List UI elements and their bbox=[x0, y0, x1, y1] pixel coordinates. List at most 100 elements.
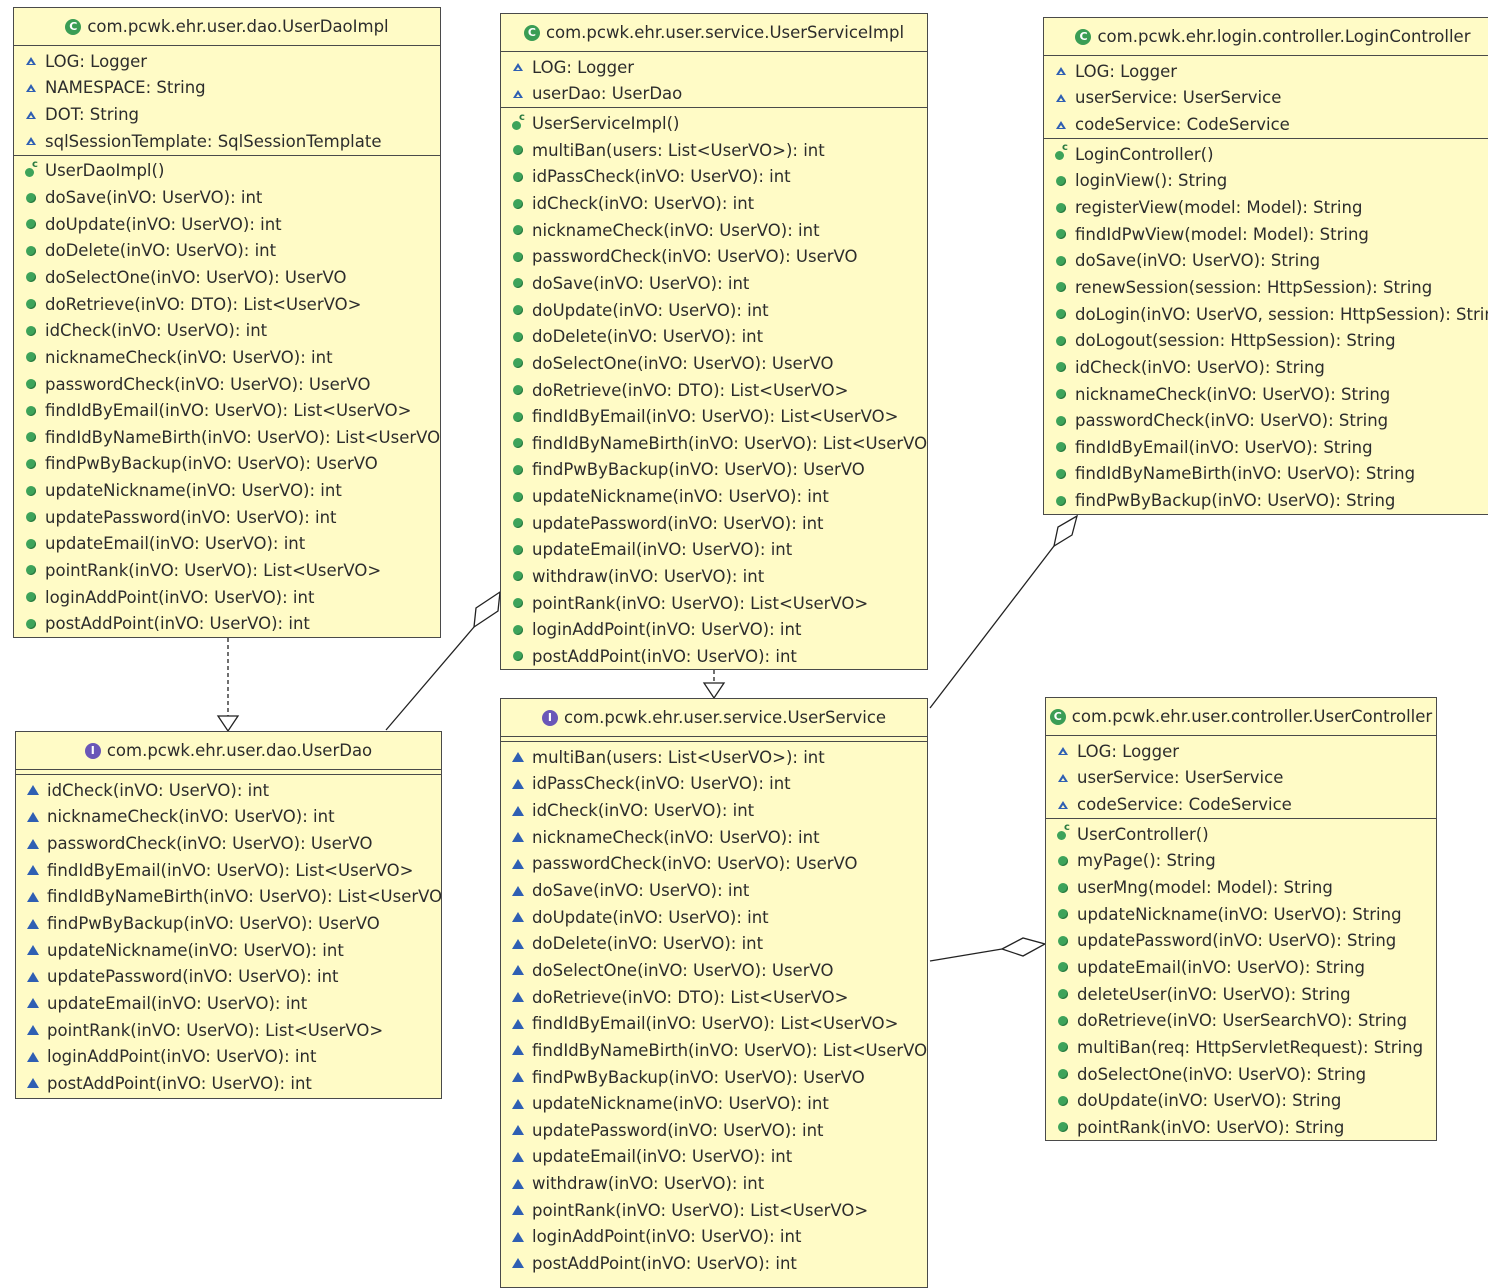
operation-row[interactable]: idCheck(inVO: UserVO): int bbox=[501, 797, 927, 824]
operation-row[interactable]: updatePassword(inVO: UserVO): int bbox=[501, 510, 927, 537]
operation-row[interactable]: findPwByBackup(inVO: UserVO): UserVO bbox=[16, 910, 441, 937]
attribute-row[interactable]: LOG: Logger bbox=[501, 54, 927, 81]
operation-row[interactable]: deleteUser(inVO: UserVO): String bbox=[1046, 981, 1436, 1008]
interface-userservice[interactable]: Icom.pcwk.ehr.user.service.UserService mu… bbox=[500, 698, 928, 1288]
operation-row[interactable]: doRetrieve(inVO: DTO): List<UserVO> bbox=[501, 984, 927, 1011]
operation-row[interactable]: doSelectOne(inVO: UserVO): UserVO bbox=[501, 350, 927, 377]
operation-row[interactable]: findIdByNameBirth(inVO: UserVO): List<Us… bbox=[501, 430, 927, 457]
operation-row[interactable]: pointRank(inVO: UserVO): List<UserVO> bbox=[501, 590, 927, 617]
operation-row[interactable]: doSelectOne(inVO: UserVO): String bbox=[1046, 1061, 1436, 1088]
operation-row[interactable]: doUpdate(inVO: UserVO): int bbox=[501, 297, 927, 324]
operation-row[interactable]: pointRank(inVO: UserVO): List<UserVO> bbox=[14, 557, 440, 584]
class-userserviceimpl[interactable]: Ccom.pcwk.ehr.user.service.UserServiceIm… bbox=[500, 13, 928, 670]
operation-row[interactable]: updatePassword(inVO: UserVO): int bbox=[16, 963, 441, 990]
operation-row[interactable]: updateNickname(inVO: UserVO): int bbox=[501, 1090, 927, 1117]
operation-row[interactable]: withdraw(inVO: UserVO): int bbox=[501, 563, 927, 590]
operation-row[interactable]: findIdByNameBirth(inVO: UserVO): List<Us… bbox=[14, 424, 440, 451]
operation-row[interactable]: registerView(model: Model): String bbox=[1044, 194, 1488, 221]
operation-row[interactable]: multiBan(users: List<UserVO>): int bbox=[501, 137, 927, 164]
interface-userdao[interactable]: Icom.pcwk.ehr.user.dao.UserDao idCheck(in… bbox=[15, 731, 442, 1099]
operation-row[interactable]: passwordCheck(inVO: UserVO): UserVO bbox=[501, 243, 927, 270]
attribute-row[interactable]: DOT: String bbox=[14, 101, 440, 128]
operation-row[interactable]: doRetrieve(inVO: UserSearchVO): String bbox=[1046, 1007, 1436, 1034]
operation-row[interactable]: UserServiceImpl() bbox=[501, 110, 927, 137]
operation-row[interactable]: findIdByNameBirth(inVO: UserVO): List<Us… bbox=[16, 884, 441, 911]
operation-row[interactable]: idCheck(inVO: UserVO): int bbox=[16, 777, 441, 804]
operation-row[interactable]: passwordCheck(inVO: UserVO): UserVO bbox=[16, 830, 441, 857]
operation-row[interactable]: findPwByBackup(inVO: UserVO): UserVO bbox=[14, 451, 440, 478]
operation-row[interactable]: updateEmail(inVO: UserVO): int bbox=[501, 537, 927, 564]
operation-row[interactable]: idCheck(inVO: UserVO): int bbox=[501, 190, 927, 217]
operation-row[interactable]: nicknameCheck(inVO: UserVO): int bbox=[16, 804, 441, 831]
operation-row[interactable]: idPassCheck(inVO: UserVO): int bbox=[501, 771, 927, 798]
operation-row[interactable]: passwordCheck(inVO: UserVO): UserVO bbox=[501, 851, 927, 878]
operation-row[interactable]: LoginController() bbox=[1044, 141, 1488, 168]
operation-row[interactable]: findPwByBackup(inVO: UserVO): UserVO bbox=[501, 1064, 927, 1091]
operation-row[interactable]: doSelectOne(inVO: UserVO): UserVO bbox=[501, 957, 927, 984]
operation-row[interactable]: nicknameCheck(inVO: UserVO): int bbox=[501, 217, 927, 244]
operation-row[interactable]: doRetrieve(inVO: DTO): List<UserVO> bbox=[14, 291, 440, 318]
operation-row[interactable]: loginAddPoint(inVO: UserVO): int bbox=[501, 616, 927, 643]
operation-row[interactable]: findIdByEmail(inVO: UserVO): String bbox=[1044, 434, 1488, 461]
operation-row[interactable]: passwordCheck(inVO: UserVO): UserVO bbox=[14, 371, 440, 398]
class-userdaoimpl[interactable]: Ccom.pcwk.ehr.user.dao.UserDaoImpl LOG: L… bbox=[13, 7, 441, 638]
operation-row[interactable]: updateEmail(inVO: UserVO): int bbox=[14, 531, 440, 558]
operation-row[interactable]: findIdByEmail(inVO: UserVO): List<UserVO… bbox=[501, 1010, 927, 1037]
operation-row[interactable]: multiBan(req: HttpServletRequest): Strin… bbox=[1046, 1034, 1436, 1061]
operation-row[interactable]: doSave(inVO: UserVO): int bbox=[501, 877, 927, 904]
operation-row[interactable]: findIdByEmail(inVO: UserVO): List<UserVO… bbox=[16, 857, 441, 884]
operation-row[interactable]: postAddPoint(inVO: UserVO): int bbox=[14, 610, 440, 637]
operation-row[interactable]: pointRank(inVO: UserVO): String bbox=[1046, 1114, 1436, 1140]
operation-row[interactable]: passwordCheck(inVO: UserVO): String bbox=[1044, 407, 1488, 434]
operation-row[interactable]: doUpdate(inVO: UserVO): String bbox=[1046, 1087, 1436, 1114]
operation-row[interactable]: idCheck(inVO: UserVO): String bbox=[1044, 354, 1488, 381]
operation-row[interactable]: doRetrieve(inVO: DTO): List<UserVO> bbox=[501, 377, 927, 404]
operation-row[interactable]: doLogout(session: HttpSession): String bbox=[1044, 327, 1488, 354]
class-logincontroller[interactable]: Ccom.pcwk.ehr.login.controller.LoginCont… bbox=[1043, 17, 1488, 515]
operation-row[interactable]: pointRank(inVO: UserVO): List<UserVO> bbox=[501, 1197, 927, 1224]
operation-row[interactable]: UserDaoImpl() bbox=[14, 158, 440, 185]
operation-row[interactable]: findPwByBackup(inVO: UserVO): UserVO bbox=[501, 457, 927, 484]
attribute-row[interactable]: NAMESPACE: String bbox=[14, 75, 440, 102]
operation-row[interactable]: multiBan(users: List<UserVO>): int bbox=[501, 744, 927, 771]
operation-row[interactable]: updatePassword(inVO: UserVO): String bbox=[1046, 927, 1436, 954]
attribute-row[interactable]: sqlSessionTemplate: SqlSessionTemplate bbox=[14, 128, 440, 155]
operation-row[interactable]: nicknameCheck(inVO: UserVO): String bbox=[1044, 381, 1488, 408]
operation-row[interactable]: updateEmail(inVO: UserVO): String bbox=[1046, 954, 1436, 981]
operation-row[interactable]: userMng(model: Model): String bbox=[1046, 874, 1436, 901]
operation-row[interactable]: myPage(): String bbox=[1046, 848, 1436, 875]
attribute-row[interactable]: codeService: CodeService bbox=[1044, 111, 1488, 138]
operation-row[interactable]: doDelete(inVO: UserVO): int bbox=[501, 323, 927, 350]
attribute-row[interactable]: LOG: Logger bbox=[14, 48, 440, 75]
operation-row[interactable]: doSave(inVO: UserVO): String bbox=[1044, 247, 1488, 274]
operation-row[interactable]: idCheck(inVO: UserVO): int bbox=[14, 317, 440, 344]
operation-row[interactable]: postAddPoint(inVO: UserVO): int bbox=[501, 1250, 927, 1277]
operation-row[interactable]: findPwByBackup(inVO: UserVO): String bbox=[1044, 487, 1488, 514]
operation-row[interactable]: doLogin(inVO: UserVO, session: HttpSessi… bbox=[1044, 301, 1488, 328]
operation-row[interactable]: doDelete(inVO: UserVO): int bbox=[501, 930, 927, 957]
operation-row[interactable]: withdraw(inVO: UserVO): int bbox=[501, 1170, 927, 1197]
operation-row[interactable]: renewSession(session: HttpSession): Stri… bbox=[1044, 274, 1488, 301]
operation-row[interactable]: updateEmail(inVO: UserVO): int bbox=[501, 1144, 927, 1171]
operation-row[interactable]: doUpdate(inVO: UserVO): int bbox=[14, 211, 440, 238]
operation-row[interactable]: doDelete(inVO: UserVO): int bbox=[14, 237, 440, 264]
operation-row[interactable]: loginAddPoint(inVO: UserVO): int bbox=[16, 1043, 441, 1070]
operation-row[interactable]: updateNickname(inVO: UserVO): int bbox=[14, 477, 440, 504]
operation-row[interactable]: loginAddPoint(inVO: UserVO): int bbox=[501, 1224, 927, 1251]
operation-row[interactable]: updateNickname(inVO: UserVO): int bbox=[16, 937, 441, 964]
operation-row[interactable]: findIdByNameBirth(inVO: UserVO): String bbox=[1044, 461, 1488, 488]
operation-row[interactable]: nicknameCheck(inVO: UserVO): int bbox=[14, 344, 440, 371]
operation-row[interactable]: updateEmail(inVO: UserVO): int bbox=[16, 990, 441, 1017]
operation-row[interactable]: findIdByEmail(inVO: UserVO): List<UserVO… bbox=[501, 403, 927, 430]
operation-row[interactable]: doSave(inVO: UserVO): int bbox=[501, 270, 927, 297]
operation-row[interactable]: doSave(inVO: UserVO): int bbox=[14, 184, 440, 211]
operation-row[interactable]: idPassCheck(inVO: UserVO): int bbox=[501, 164, 927, 191]
class-usercontroller[interactable]: Ccom.pcwk.ehr.user.controller.UserContro… bbox=[1045, 697, 1437, 1141]
operation-row[interactable]: postAddPoint(inVO: UserVO): int bbox=[16, 1070, 441, 1097]
attribute-row[interactable]: LOG: Logger bbox=[1044, 58, 1488, 85]
operation-row[interactable]: updatePassword(inVO: UserVO): int bbox=[501, 1117, 927, 1144]
operation-row[interactable]: UserController() bbox=[1046, 821, 1436, 848]
operation-row[interactable]: loginView(): String bbox=[1044, 168, 1488, 195]
attribute-row[interactable]: userService: UserService bbox=[1046, 765, 1436, 792]
operation-row[interactable]: findIdByNameBirth(inVO: UserVO): List<Us… bbox=[501, 1037, 927, 1064]
